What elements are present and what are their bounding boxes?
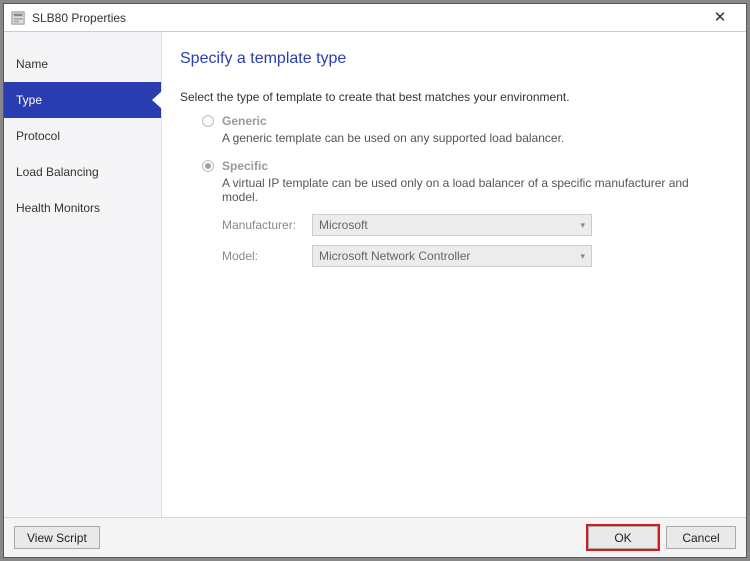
body: Name Type Protocol Load Balancing Health… [4,32,746,517]
ok-button[interactable]: OK [588,526,658,549]
model-label: Model: [222,249,312,263]
radio-generic[interactable] [202,115,214,127]
sidebar-item-type[interactable]: Type [4,82,161,118]
sidebar-item-name[interactable]: Name [4,46,161,82]
window-title: SLB80 Properties [32,11,700,25]
model-select[interactable]: Microsoft Network Controller ▾ [312,245,592,267]
sidebar-item-label: Protocol [16,129,60,143]
sidebar-item-label: Load Balancing [16,165,99,179]
radio-specific[interactable] [202,160,214,172]
app-icon [10,10,26,26]
manufacturer-value: Microsoft [319,218,580,232]
sidebar-item-label: Type [16,93,42,107]
chevron-down-icon: ▾ [580,220,585,231]
option-specific: Specific A virtual IP template can be us… [202,159,726,267]
field-manufacturer: Manufacturer: Microsoft ▾ [222,214,726,236]
sidebar-item-label: Name [16,57,48,71]
page-title: Specify a template type [180,50,726,68]
cancel-button[interactable]: Cancel [666,526,736,549]
sidebar-item-load-balancing[interactable]: Load Balancing [4,154,161,190]
option-specific-desc: A virtual IP template can be used only o… [222,176,726,204]
field-model: Model: Microsoft Network Controller ▾ [222,245,726,267]
footer: View Script OK Cancel [4,517,746,557]
close-icon[interactable]: ✕ [700,5,740,31]
titlebar: SLB80 Properties ✕ [4,4,746,32]
sidebar-item-protocol[interactable]: Protocol [4,118,161,154]
option-generic-desc: A generic template can be used on any su… [222,131,726,145]
sidebar-item-health-monitors[interactable]: Health Monitors [4,190,161,226]
window: SLB80 Properties ✕ Name Type Protocol Lo… [3,3,747,558]
sidebar-item-label: Health Monitors [16,201,100,215]
chevron-down-icon: ▾ [580,251,585,262]
option-generic-label: Generic [222,114,267,128]
view-script-button[interactable]: View Script [14,526,100,549]
manufacturer-label: Manufacturer: [222,218,312,232]
template-type-group: Generic A generic template can be used o… [180,114,726,267]
manufacturer-select[interactable]: Microsoft ▾ [312,214,592,236]
lead-text: Select the type of template to create th… [180,90,726,104]
content: Specify a template type Select the type … [162,32,746,517]
option-generic: Generic A generic template can be used o… [202,114,726,145]
model-value: Microsoft Network Controller [319,249,580,263]
option-specific-label: Specific [222,159,268,173]
sidebar: Name Type Protocol Load Balancing Health… [4,32,162,517]
